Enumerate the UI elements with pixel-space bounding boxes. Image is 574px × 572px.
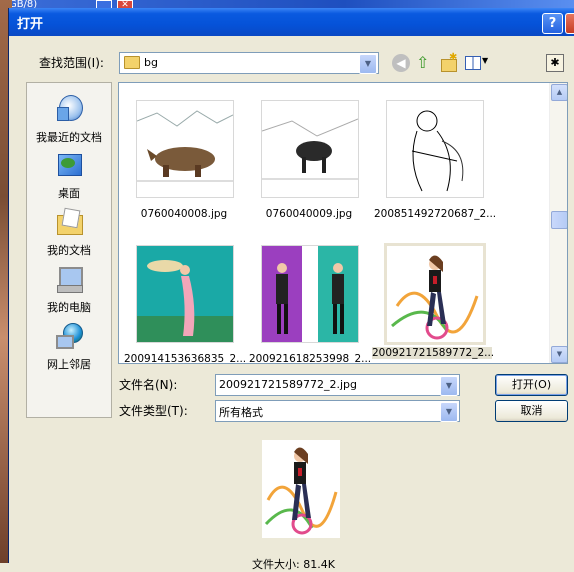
file-name[interactable]: 200914153636835_2... (124, 353, 246, 363)
open-button[interactable]: 打开(O) (495, 374, 568, 396)
place-label: 我最近的文档 (36, 131, 102, 144)
desktop-shortcut-icon[interactable]: ✱ (546, 54, 564, 72)
chevron-down-icon[interactable]: ▼ (440, 402, 458, 422)
cancel-button[interactable]: 取消 (495, 400, 568, 422)
my-computer-icon (55, 265, 83, 293)
scroll-down-icon[interactable]: ▼ (551, 346, 567, 363)
image-preview (262, 440, 340, 538)
up-folder-icon[interactable]: ⇧ (416, 54, 434, 72)
places-bar: 我最近的文档 桌面 我的文档 我的电脑 网上邻居 (26, 82, 112, 418)
file-thumbnail[interactable] (261, 100, 359, 198)
filename-value[interactable]: 200921721589772_2.jpg (219, 378, 357, 391)
place-label: 我的电脑 (47, 301, 91, 314)
scroll-up-icon[interactable]: ▲ (551, 84, 567, 101)
file-name-selected[interactable]: 200921721589772_2... (372, 347, 494, 359)
filetype-dropdown[interactable]: 所有格式 ▼ (215, 400, 460, 422)
file-list-view[interactable]: 0760040008.jpg 0760040009.jpg 2008514927… (118, 82, 568, 364)
chevron-down-icon[interactable]: ▼ (440, 376, 458, 396)
close-button[interactable] (565, 13, 574, 34)
dialog-titlebar: 打开 ? (9, 8, 574, 36)
preview-file-size: 文件大小: 81.4K (252, 558, 335, 571)
place-label: 我的文档 (47, 244, 91, 257)
scrollbar-thumb[interactable] (551, 211, 567, 229)
file-thumbnail[interactable] (261, 245, 359, 343)
file-name[interactable]: 0760040008.jpg (124, 208, 244, 220)
lookin-dropdown[interactable]: bg ▼ (119, 52, 379, 74)
dialog-title: 打开 (17, 17, 44, 32)
recent-documents-icon (55, 93, 83, 121)
new-folder-icon[interactable]: ✱ (439, 52, 457, 72)
file-thumbnail[interactable] (386, 100, 484, 198)
filetype-label: 文件类型(T): (119, 404, 188, 418)
file-thumbnail[interactable] (136, 245, 234, 343)
filename-label: 文件名(N): (119, 378, 178, 392)
folder-icon (124, 56, 140, 69)
place-label: 网上邻居 (47, 358, 91, 371)
place-label: 桌面 (58, 187, 80, 200)
chevron-down-icon[interactable]: ▼ (359, 54, 377, 74)
file-name[interactable]: 200921618253998_2... (249, 353, 371, 363)
lookin-value: bg (144, 56, 158, 69)
desktop-icon (55, 151, 83, 179)
my-documents-icon (55, 207, 83, 235)
filetype-value: 所有格式 (219, 406, 263, 419)
file-name[interactable]: 0760040009.jpg (249, 208, 369, 220)
open-file-dialog: 打开 ? 查找范围(I): bg ▼ ◀ ⇧ ✱ ▼ ✱ 我最近的文档 桌面 我… (8, 8, 574, 571)
lookin-label: 查找范围(I): (39, 56, 104, 70)
file-thumbnail[interactable] (136, 100, 234, 198)
file-name[interactable]: 200851492720687_2... (374, 208, 496, 220)
filename-input[interactable]: 200921721589772_2.jpg ▼ (215, 374, 460, 396)
network-places-icon (55, 321, 83, 349)
back-arrow-icon[interactable]: ◀ (392, 54, 410, 72)
file-thumbnail-selected[interactable] (384, 243, 486, 345)
views-menu-icon[interactable]: ▼ (465, 54, 491, 72)
help-button[interactable]: ? (542, 13, 563, 34)
file-list-scrollbar[interactable]: ▲ ▼ (549, 83, 567, 363)
